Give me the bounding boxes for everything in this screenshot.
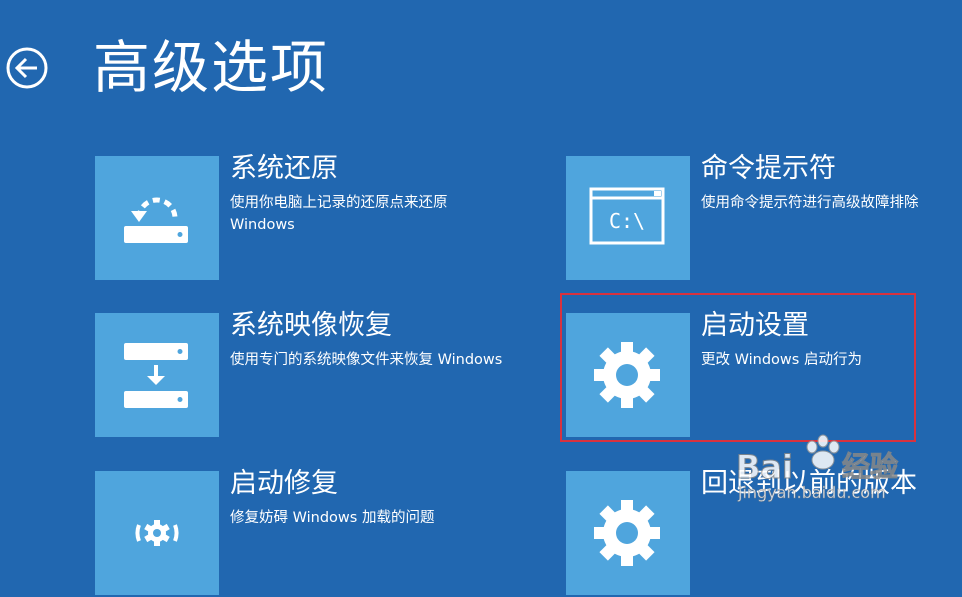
tile-system-restore[interactable]: 系统还原 使用你电脑上记录的还原点来还原 Windows [95, 153, 565, 282]
tile-description: 使用专门的系统映像文件来恢复 Windows [230, 352, 503, 368]
tile-title: 命令提示符 [701, 153, 836, 184]
restore-icon [124, 197, 188, 243]
highlight-box [560, 293, 916, 442]
tile-icon-box [95, 156, 219, 280]
tile-icon-box [566, 471, 690, 595]
tile-go-back-previous-version[interactable]: 回退到以前的版本 [566, 468, 962, 597]
tile-command-prompt[interactable]: C:\ 命令提示符 使用命令提示符进行高级故障排除 [566, 153, 962, 282]
command-prompt-icon: C:\ [589, 187, 665, 245]
tile-system-image-recovery[interactable]: 系统映像恢复 使用专门的系统映像文件来恢复 Windows [95, 310, 565, 439]
startup-repair-icon [135, 520, 179, 546]
image-recovery-icon [124, 343, 188, 408]
tile-title: 启动修复 [230, 468, 338, 499]
command-prompt-icon-text: C:\ [609, 209, 645, 233]
tile-title: 系统映像恢复 [230, 310, 392, 341]
tile-icon-box [95, 313, 219, 437]
tile-title: 回退到以前的版本 [701, 468, 917, 499]
tile-title: 系统还原 [230, 153, 338, 184]
page-title: 高级选项 [93, 35, 329, 101]
gear-icon [594, 500, 660, 566]
back-button[interactable] [5, 46, 49, 90]
tile-description: 使用你电脑上记录的还原点来还原 Windows [230, 195, 448, 233]
tile-description: 修复妨碍 Windows 加载的问题 [230, 510, 435, 526]
tile-description: 使用命令提示符进行高级故障排除 [701, 195, 919, 211]
tile-icon-box [95, 471, 219, 595]
back-arrow-icon [6, 47, 48, 89]
tile-icon-box: C:\ [566, 156, 690, 280]
tile-startup-repair[interactable]: 启动修复 修复妨碍 Windows 加载的问题 [95, 468, 565, 597]
